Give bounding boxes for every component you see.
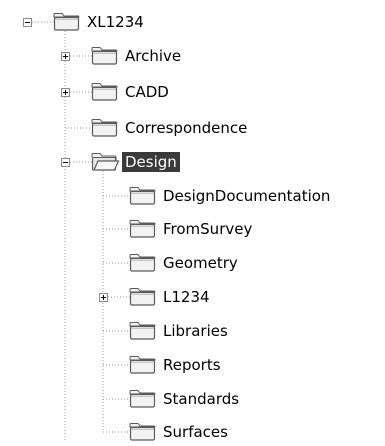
folder-icon	[90, 46, 120, 66]
tree-node-label[interactable]: L1234	[160, 287, 213, 307]
tree-node-label[interactable]: CADD	[122, 82, 172, 102]
tree-node-label[interactable]: FromSurvey	[160, 219, 255, 239]
folder-open-icon	[90, 152, 120, 172]
folder-icon	[128, 422, 158, 442]
folder-icon	[52, 12, 82, 32]
collapse-toggle-icon[interactable]	[61, 158, 70, 167]
tree-node-label[interactable]: DesignDocumentation	[160, 186, 333, 206]
folder-icon	[128, 287, 158, 307]
folder-icon	[128, 355, 158, 375]
collapse-toggle-icon[interactable]	[23, 18, 32, 27]
folder-icon	[128, 186, 158, 206]
folder-icon	[128, 389, 158, 409]
tree-node-label[interactable]: Archive	[122, 46, 184, 66]
tree-node-label[interactable]: Geometry	[160, 253, 241, 273]
expand-toggle-icon[interactable]	[61, 88, 70, 97]
tree-node-label-selected[interactable]: Design	[122, 152, 180, 172]
folder-icon	[128, 253, 158, 273]
folder-icon	[128, 219, 158, 239]
expand-toggle-icon[interactable]	[61, 52, 70, 61]
tree-node-label[interactable]: Reports	[160, 355, 224, 375]
tree-node-label[interactable]: Correspondence	[122, 118, 250, 138]
tree-node-label[interactable]: Standards	[160, 389, 242, 409]
folder-icon	[90, 82, 120, 102]
folder-icon	[90, 118, 120, 138]
tree-node-label[interactable]: Libraries	[160, 321, 231, 341]
folder-icon	[128, 321, 158, 341]
expand-toggle-icon[interactable]	[99, 293, 108, 302]
tree-node-label[interactable]: XL1234	[84, 12, 147, 32]
tree-node-label[interactable]: Surfaces	[160, 422, 231, 442]
folder-tree: XL1234 Archive CADD Correspondence Desig…	[0, 0, 385, 442]
